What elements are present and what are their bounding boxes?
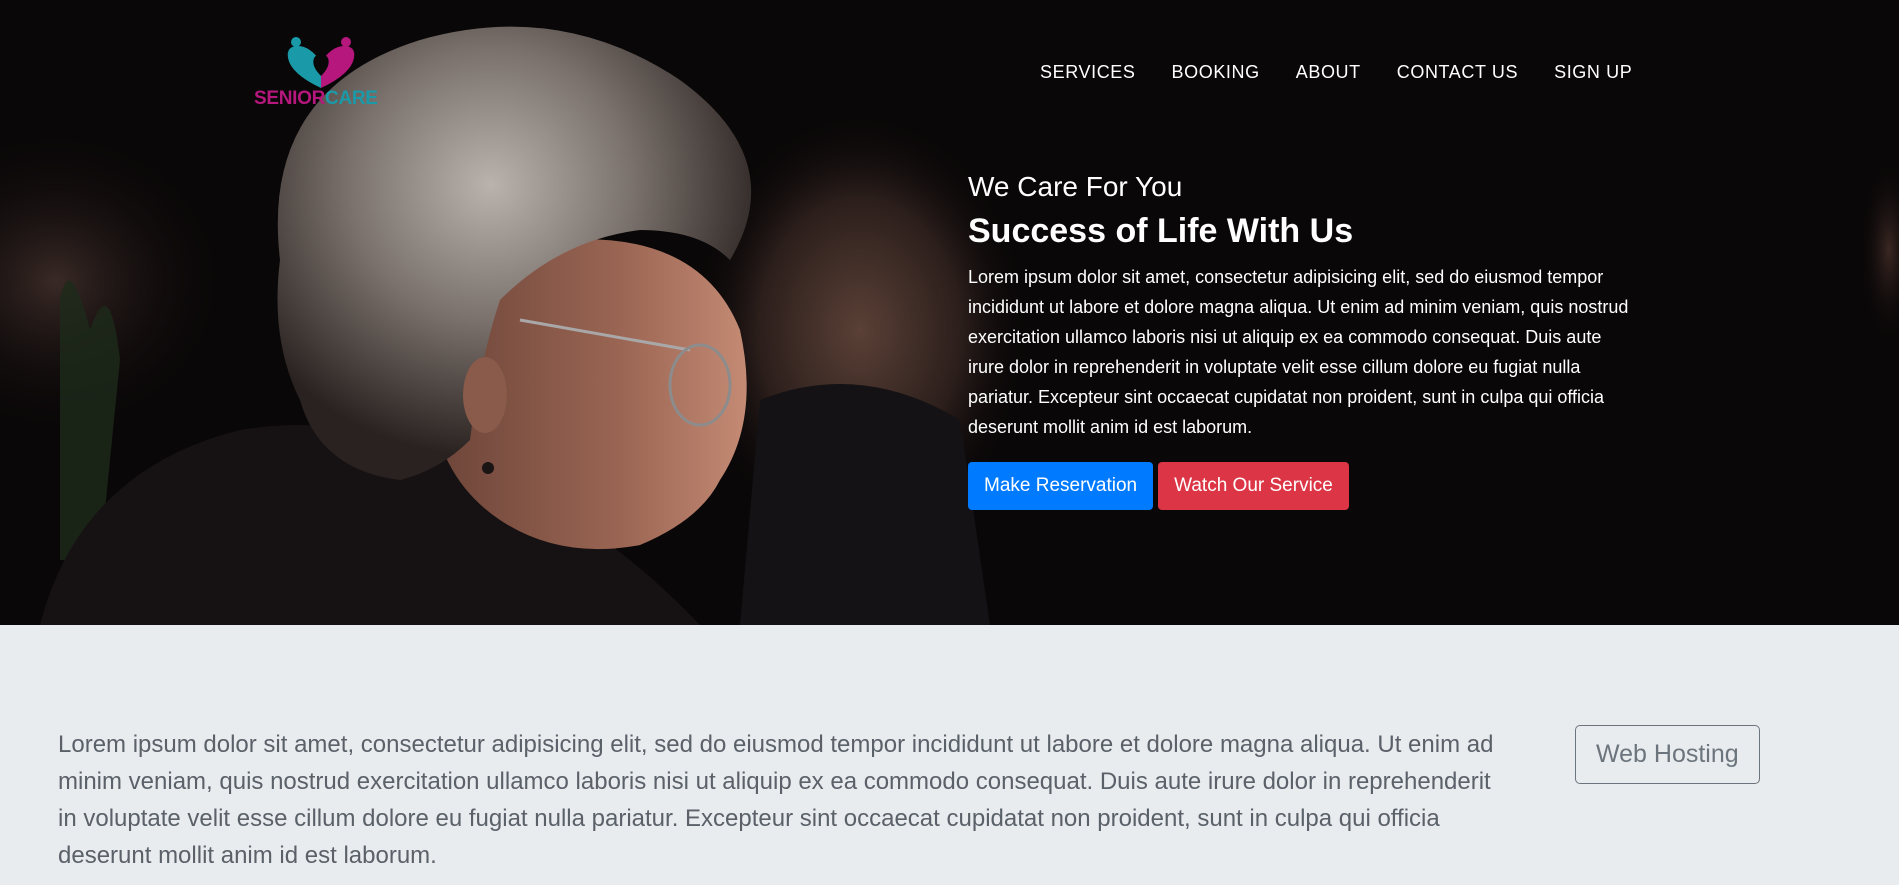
nav-link-services[interactable]: SERVICES: [1040, 62, 1136, 83]
intro-section: Lorem ipsum dolor sit amet, consectetur …: [0, 625, 1899, 885]
hero-kicker: We Care For You: [968, 171, 1183, 202]
nav-link-booking[interactable]: BOOKING: [1172, 62, 1260, 83]
senior-care-logo[interactable]: SENIORCARE: [254, 36, 384, 112]
logo-wordmark: SENIORCARE: [254, 88, 378, 110]
nav-link-about[interactable]: ABOUT: [1296, 62, 1361, 83]
heart-people-logo-icon: [287, 37, 355, 88]
hero-content: We Care For You Success of Life With Us …: [968, 170, 1633, 511]
intro-text: Lorem ipsum dolor sit amet, consectetur …: [58, 731, 1494, 869]
logo-wordmark-care: CARE: [325, 88, 378, 109]
logo-wordmark-senior: SENIOR: [254, 88, 326, 109]
nav-link-contact-us[interactable]: CONTACT US: [1397, 62, 1518, 83]
hero-section: SENIORCARE SERVICES BOOKING ABOUT CONTAC…: [0, 0, 1899, 625]
web-hosting-button[interactable]: Web Hosting: [1575, 725, 1760, 784]
main-nav: SERVICES BOOKING ABOUT CONTACT US SIGN U…: [1040, 62, 1632, 83]
hero-description: Lorem ipsum dolor sit amet, consectetur …: [968, 267, 1629, 438]
watch-our-service-button[interactable]: Watch Our Service: [1158, 462, 1349, 511]
nav-link-sign-up[interactable]: SIGN UP: [1554, 62, 1632, 83]
hero-button-row: Make Reservation Watch Our Service: [968, 462, 1633, 511]
make-reservation-button[interactable]: Make Reservation: [968, 462, 1154, 511]
hero-headline: Success of Life With Us: [968, 211, 1354, 250]
